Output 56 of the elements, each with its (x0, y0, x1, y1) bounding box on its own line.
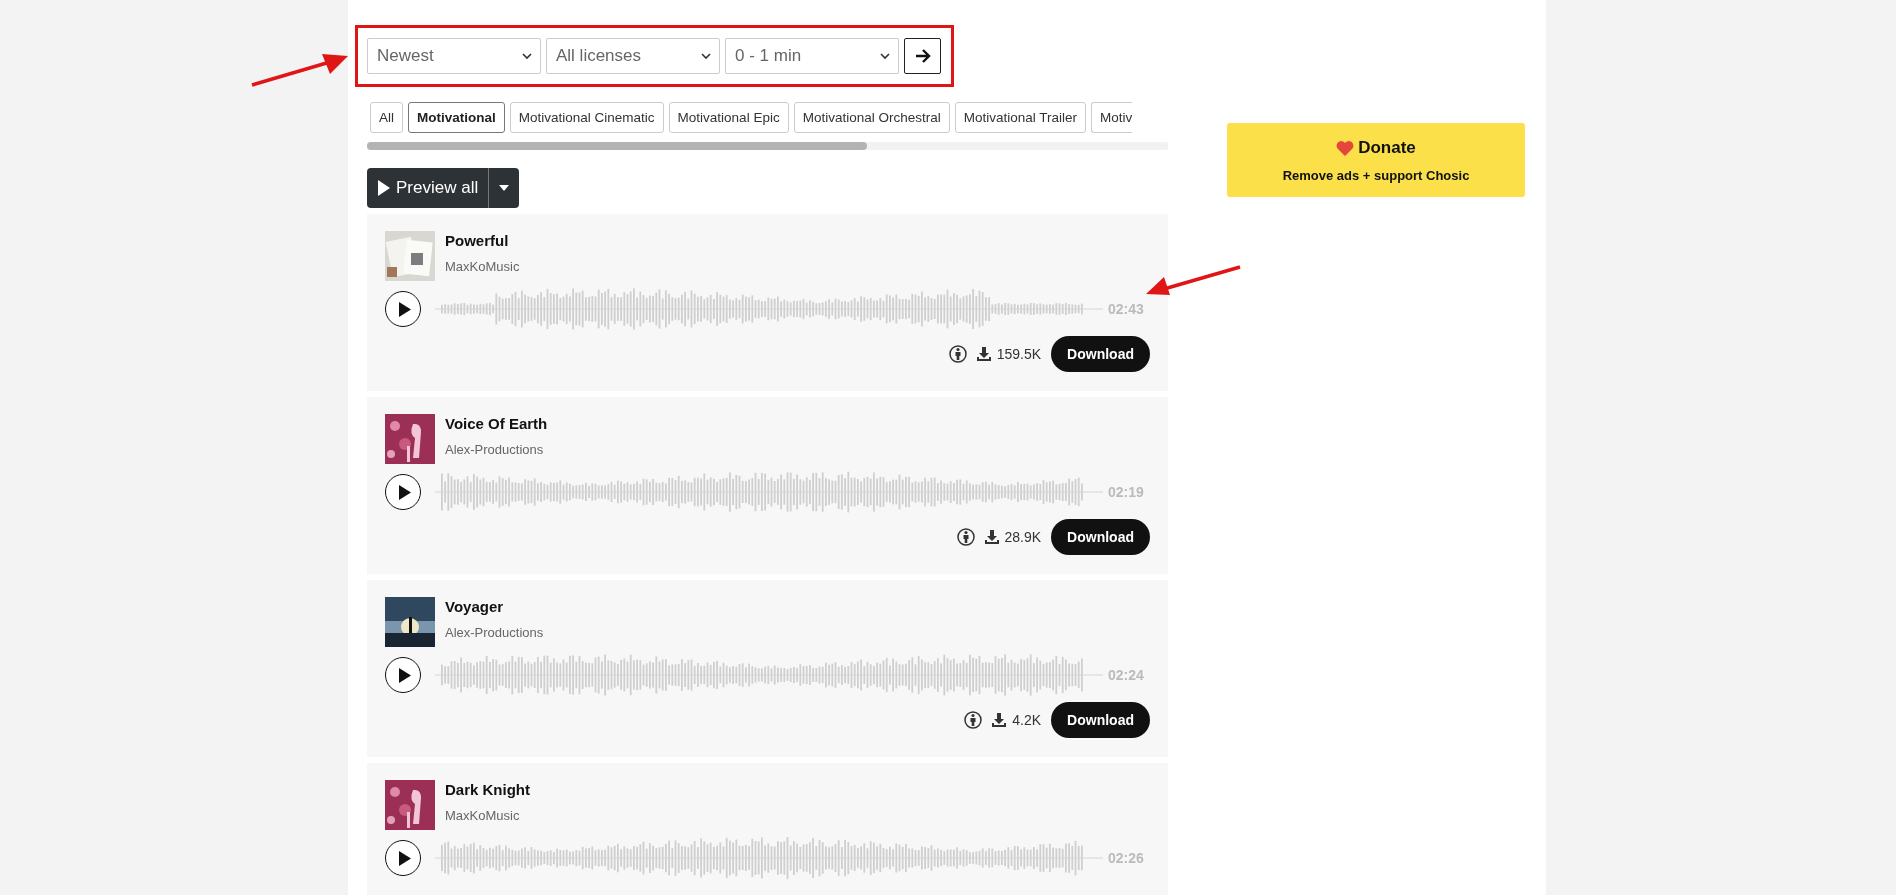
chevron-down-icon (522, 52, 532, 60)
chevron-down-icon (880, 52, 890, 60)
download-icon (992, 713, 1007, 727)
artist-name[interactable]: Alex-Productions (445, 442, 548, 457)
select-field[interactable]: All licenses (546, 38, 720, 74)
download-button[interactable]: Download (1051, 702, 1150, 738)
preview-all-button[interactable]: Preview all (367, 168, 490, 208)
download-button[interactable]: Download (1051, 519, 1150, 555)
track-title[interactable]: Dark Knight (445, 781, 530, 798)
artist-name[interactable]: Alex-Productions (445, 625, 544, 640)
go-button[interactable] (904, 38, 941, 74)
heart-icon (1336, 139, 1355, 156)
chevron-down-icon (701, 52, 711, 60)
caret-icon (499, 185, 510, 191)
genre-tag[interactable]: Motivational Orchestral (793, 102, 950, 133)
track-duration: 02:24 (1108, 667, 1144, 683)
play-button[interactable] (385, 657, 421, 693)
track-title[interactable]: Voyager (445, 598, 544, 615)
track-title[interactable]: Voice Of Earth (445, 415, 548, 432)
genre-tag[interactable]: Motivational Cinematic (509, 102, 664, 133)
scrollbar-thumb[interactable] (367, 142, 867, 150)
donate-subtitle: Remove ads + support Chosic (1282, 167, 1470, 183)
download-count: 159.5K (996, 346, 1042, 362)
download-icon (984, 530, 999, 544)
download-button[interactable]: Download (1051, 336, 1150, 372)
play-button[interactable] (385, 474, 421, 510)
genre-tag[interactable]: Motivational (408, 102, 505, 133)
track-duration: 02:26 (1108, 850, 1144, 866)
dropdown-button[interactable] (489, 168, 520, 208)
track-duration: 02:19 (1108, 484, 1144, 500)
download-icon (976, 347, 991, 361)
select-field[interactable]: Newest (367, 38, 541, 74)
license-icon (956, 528, 975, 546)
license-icon (948, 345, 967, 363)
track-title[interactable]: Powerful (445, 232, 520, 249)
genre-tag[interactable]: Motivational Trailer (954, 102, 1086, 133)
arrow-right-icon (914, 48, 931, 64)
genre-tag[interactable]: Motivational Epic (668, 102, 789, 133)
play-icon (377, 180, 390, 196)
artist-name[interactable]: MaxKoMusic (445, 259, 520, 274)
play-icon (398, 667, 411, 683)
genre-tag[interactable]: All (370, 102, 403, 133)
artist-name[interactable]: MaxKoMusic (445, 808, 530, 823)
download-count: 4.2K (1012, 712, 1042, 728)
play-icon (398, 484, 411, 500)
donate-button[interactable]: Donate Remove ads + support Chosic (1227, 123, 1525, 197)
play-button[interactable] (385, 840, 421, 876)
donate-title: Donate (1358, 137, 1416, 158)
license-icon (964, 711, 983, 729)
select-field[interactable]: 0 - 1 min (725, 38, 899, 74)
play-icon (398, 850, 411, 866)
genre-tag[interactable]: Motiv (1091, 102, 1133, 133)
download-count: 28.9K (1004, 529, 1042, 545)
track-duration: 02:43 (1108, 301, 1144, 317)
play-icon (398, 301, 411, 317)
play-button[interactable] (385, 291, 421, 327)
